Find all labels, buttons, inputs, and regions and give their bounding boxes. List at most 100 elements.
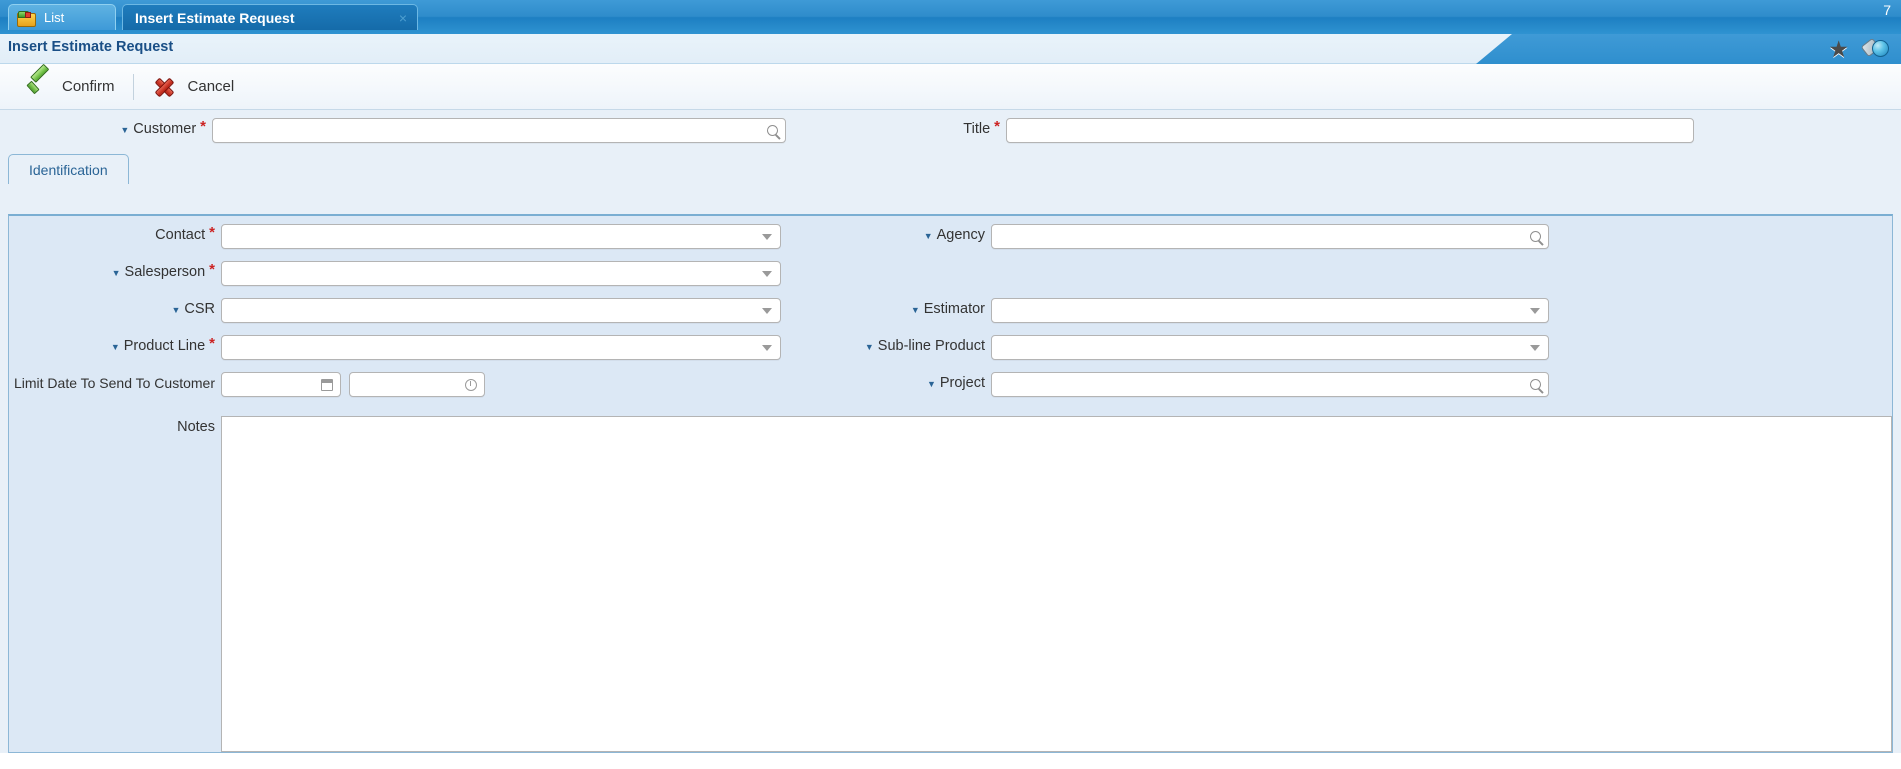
contact-label: Contact: [155, 227, 206, 243]
limit-time-input-shell[interactable]: [349, 372, 485, 397]
agency-search-button[interactable]: [1522, 225, 1548, 248]
project-field-cell: [991, 372, 1549, 412]
contact-input[interactable]: [222, 225, 754, 248]
estimator-code-input[interactable]: [992, 299, 1118, 322]
agency-input-shell[interactable]: [991, 224, 1549, 249]
product-line-field-cell: [221, 335, 781, 372]
limit-date-label-cell: Limit Date To Send To Customer: [9, 372, 221, 412]
subline-product-label: Sub-line Product: [877, 338, 985, 354]
notes-textarea[interactable]: [222, 417, 1891, 751]
estimator-dropdown-button[interactable]: [1522, 299, 1548, 322]
agency-name-input[interactable]: [1118, 225, 1522, 248]
limit-time-input[interactable]: [350, 373, 458, 396]
salesperson-input-shell[interactable]: [221, 261, 781, 286]
customer-input-shell[interactable]: [212, 118, 786, 143]
project-code-input[interactable]: [992, 373, 1118, 396]
customer-field-cell: [212, 118, 786, 143]
toolbar-divider: [132, 73, 134, 100]
estimator-input-shell[interactable]: [991, 298, 1549, 323]
project-input-shell[interactable]: [991, 372, 1549, 397]
csr-input-shell[interactable]: [221, 298, 781, 323]
csr-label-cell: ▼ CSR: [9, 298, 221, 335]
tab-list-label: List: [44, 10, 65, 25]
title-label-cell: Title *: [798, 118, 1006, 143]
salesperson-name-input[interactable]: [348, 262, 754, 285]
salesperson-dropdown-button[interactable]: [754, 262, 780, 285]
required-marker: *: [200, 118, 206, 135]
project-name-input[interactable]: [1118, 373, 1522, 396]
tab-list[interactable]: List: [8, 4, 116, 30]
product-line-input[interactable]: [222, 336, 754, 359]
form-row-contact-agency: Contact * ▼ Agency: [9, 224, 1892, 261]
chevron-down-icon[interactable]: ▼: [112, 264, 121, 283]
chevron-down-icon[interactable]: ▼: [171, 301, 180, 320]
confirm-button[interactable]: Confirm: [14, 64, 127, 110]
clock-icon[interactable]: [458, 373, 484, 396]
required-marker: *: [209, 224, 215, 241]
chevron-down-icon[interactable]: ▼: [911, 301, 920, 320]
estimator-label: Estimator: [923, 301, 985, 317]
banner-sheet: [0, 34, 1512, 64]
contact-label-cell: Contact *: [9, 224, 221, 261]
tab-close-icon[interactable]: ×: [385, 10, 407, 26]
customer-search-button[interactable]: [759, 119, 785, 142]
title-label: Title: [963, 121, 991, 137]
salesperson-code-input[interactable]: [222, 262, 348, 285]
cancel-button[interactable]: Cancel: [140, 64, 247, 110]
subline-product-input-shell[interactable]: [991, 335, 1549, 360]
window-titlebar: List Insert Estimate Request × 7: [0, 0, 1901, 34]
notes-textarea-shell[interactable]: [221, 416, 1892, 752]
favorite-star-icon[interactable]: ★: [1828, 37, 1849, 61]
folder-icon: [17, 10, 36, 27]
required-marker: *: [209, 335, 215, 352]
tab-identification-label: Identification: [29, 161, 108, 178]
csr-name-input[interactable]: [348, 299, 754, 322]
customer-name-input[interactable]: [339, 119, 759, 142]
customer-label: Customer: [133, 121, 197, 137]
limit-date-label: Limit Date To Send To Customer: [13, 375, 215, 391]
contact-dropdown-button[interactable]: [754, 225, 780, 248]
csr-field-cell: [221, 298, 781, 335]
calendar-icon[interactable]: [314, 373, 340, 396]
salesperson-label-cell: ▼ Salesperson *: [9, 261, 221, 298]
titlebar-right: 7: [1883, 0, 1901, 34]
link-globe-icon[interactable]: [1860, 37, 1889, 61]
agency-field-cell: [991, 224, 1549, 261]
csr-dropdown-button[interactable]: [754, 299, 780, 322]
title-input-shell[interactable]: [1006, 118, 1694, 143]
csr-code-input[interactable]: [222, 299, 348, 322]
limit-date-field-cell: [221, 372, 781, 412]
product-line-dropdown-button[interactable]: [754, 336, 780, 359]
cancel-button-label: Cancel: [187, 78, 235, 95]
form-row-productline-subline: ▼ Product Line * ▼ Sub-line Product: [9, 335, 1892, 372]
agency-label: Agency: [936, 227, 985, 243]
chevron-down-icon[interactable]: ▼: [865, 338, 874, 357]
page-banner: Insert Estimate Request ★: [0, 34, 1901, 64]
estimator-name-input[interactable]: [1118, 299, 1522, 322]
tab-identification[interactable]: Identification: [8, 154, 129, 184]
chevron-down-icon[interactable]: ▼: [111, 338, 120, 357]
chevron-down-icon[interactable]: ▼: [120, 121, 129, 140]
project-label: Project: [939, 375, 985, 391]
chevron-down-icon[interactable]: ▼: [924, 227, 933, 246]
agency-code-input[interactable]: [992, 225, 1118, 248]
page-title: Insert Estimate Request: [8, 39, 174, 55]
contact-field-cell: [221, 224, 781, 261]
required-marker: *: [994, 118, 1000, 135]
project-label-cell: ▼ Project: [789, 372, 991, 412]
product-line-input-shell[interactable]: [221, 335, 781, 360]
chevron-down-icon[interactable]: ▼: [927, 375, 936, 394]
subline-product-input[interactable]: [992, 336, 1522, 359]
limit-date-input-shell[interactable]: [221, 372, 341, 397]
title-input[interactable]: [1007, 119, 1693, 142]
limit-date-input[interactable]: [222, 373, 314, 396]
form-row-notes: Notes: [9, 416, 1892, 752]
tab-insert-estimate-request[interactable]: Insert Estimate Request ×: [122, 4, 418, 30]
customer-code-input[interactable]: [213, 119, 339, 142]
notes-field-cell: [221, 416, 1892, 752]
estimator-label-cell: ▼ Estimator: [789, 298, 991, 335]
subline-product-field-cell: [991, 335, 1549, 372]
subline-product-dropdown-button[interactable]: [1522, 336, 1548, 359]
project-search-button[interactable]: [1522, 373, 1548, 396]
contact-input-shell[interactable]: [221, 224, 781, 249]
